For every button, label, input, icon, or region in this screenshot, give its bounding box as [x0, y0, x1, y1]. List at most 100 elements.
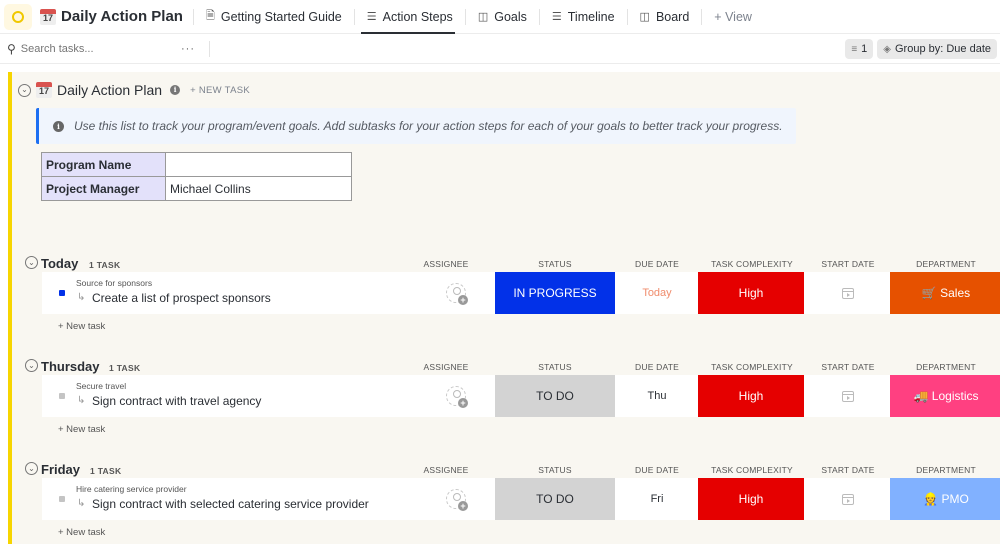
- board-icon: ◫: [639, 11, 650, 23]
- due-date-cell[interactable]: Today: [615, 272, 699, 314]
- tab-timeline[interactable]: ☰ Timeline: [550, 0, 617, 34]
- department-cell[interactable]: 👷 PMO: [890, 478, 1000, 520]
- more-options-button[interactable]: ···: [181, 43, 195, 55]
- search-icon: ⚲: [7, 42, 16, 56]
- column-header-due-date[interactable]: DUE DATE: [615, 259, 699, 269]
- parent-task[interactable]: Source for sponsors: [76, 278, 152, 288]
- calendar-icon: [842, 493, 854, 505]
- table-row: Project Manager Michael Collins: [41, 176, 352, 201]
- column-header-due-date[interactable]: DUE DATE: [615, 465, 699, 475]
- new-task-button[interactable]: + New task: [58, 321, 105, 332]
- timeline-icon: ☰: [551, 11, 562, 23]
- tab-label: Getting Started Guide: [220, 9, 342, 24]
- divider: [464, 8, 466, 25]
- add-assignee-icon: [446, 283, 468, 305]
- start-date-cell[interactable]: [806, 478, 890, 520]
- task-row[interactable]: Secure travel ↳ Sign contract with trave…: [42, 375, 1000, 417]
- complexity-cell[interactable]: High: [698, 272, 804, 314]
- column-header-complexity[interactable]: TASK COMPLEXITY: [698, 259, 806, 269]
- new-task-button[interactable]: + NEW TASK: [190, 85, 250, 96]
- column-header-status[interactable]: STATUS: [495, 362, 615, 372]
- tab-board[interactable]: ◫ Board: [638, 0, 692, 34]
- divider: [353, 8, 355, 25]
- department-cell[interactable]: 🚚 Logistics: [890, 375, 1000, 417]
- collapse-icon[interactable]: ⌄: [25, 462, 38, 475]
- list-name: Daily Action Plan: [57, 82, 163, 98]
- calendar-icon: [842, 287, 854, 299]
- column-header-assignee[interactable]: ASSIGNEE: [416, 362, 476, 372]
- filter-button[interactable]: ≡ 1: [845, 39, 874, 59]
- group-title: Today: [41, 256, 79, 271]
- divider: [626, 8, 628, 25]
- assignee-cell[interactable]: [416, 272, 496, 314]
- new-task-button[interactable]: + New task: [58, 527, 105, 538]
- collapse-icon[interactable]: ⌄: [18, 83, 31, 97]
- calendar-emoji-icon: 17: [40, 8, 56, 25]
- status-square[interactable]: [59, 496, 65, 502]
- divider: [701, 8, 703, 25]
- info-icon: i: [53, 120, 64, 132]
- department-cell[interactable]: 🛒 Sales: [890, 272, 1000, 314]
- doc-icon: 🗎: [205, 10, 215, 22]
- group-by-button[interactable]: ◈ Group by: Due date: [877, 39, 997, 59]
- task-name[interactable]: Sign contract with selected catering ser…: [92, 497, 369, 511]
- parent-task[interactable]: Secure travel: [76, 381, 126, 391]
- column-header-start-date[interactable]: START DATE: [806, 362, 890, 372]
- list-title[interactable]: Daily Action Plan: [61, 8, 183, 25]
- divider: [538, 8, 540, 25]
- column-header-complexity[interactable]: TASK COMPLEXITY: [698, 465, 806, 475]
- subtask-icon: ↳: [77, 498, 86, 509]
- subtask-icon: ↳: [77, 292, 86, 303]
- add-view-button[interactable]: + View: [712, 0, 754, 34]
- column-header-department[interactable]: DEPARTMENT: [890, 465, 1000, 475]
- status-cell[interactable]: IN PROGRESS: [495, 272, 615, 314]
- task-name[interactable]: Sign contract with travel agency: [92, 394, 261, 408]
- info-icon[interactable]: i: [170, 85, 181, 95]
- filter-count: 1: [861, 43, 868, 55]
- task-name[interactable]: Create a list of prospect sponsors: [92, 291, 271, 305]
- filter-icon: ≡: [851, 43, 858, 55]
- new-task-button[interactable]: + New task: [58, 424, 105, 435]
- column-header-complexity[interactable]: TASK COMPLEXITY: [698, 362, 806, 372]
- task-row[interactable]: Hire catering service provider ↳ Sign co…: [42, 478, 1000, 520]
- column-header-assignee[interactable]: ASSIGNEE: [416, 465, 476, 475]
- search-box[interactable]: ⚲: [7, 42, 177, 56]
- table-row: Program Name: [41, 152, 352, 177]
- column-header-status[interactable]: STATUS: [495, 465, 615, 475]
- search-input[interactable]: [20, 43, 141, 55]
- tab-getting-started-guide[interactable]: 🗎 Getting Started Guide: [204, 0, 344, 34]
- due-date-cell[interactable]: Thu: [615, 375, 699, 417]
- divider: [192, 8, 194, 25]
- start-date-cell[interactable]: [806, 375, 890, 417]
- due-date-cell[interactable]: Fri: [615, 478, 699, 520]
- parent-task[interactable]: Hire catering service provider: [76, 484, 187, 494]
- start-date-cell[interactable]: [806, 272, 890, 314]
- assignee-cell[interactable]: [416, 478, 496, 520]
- tab-goals[interactable]: ◫ Goals: [476, 0, 529, 34]
- column-header-due-date[interactable]: DUE DATE: [615, 362, 699, 372]
- group-header: ⌄ Today 1 TASK ASSIGNEE STATUS DUE DATE …: [12, 254, 1000, 272]
- column-header-department[interactable]: DEPARTMENT: [890, 362, 1000, 372]
- column-header-start-date[interactable]: START DATE: [806, 465, 890, 475]
- column-header-assignee[interactable]: ASSIGNEE: [416, 259, 476, 269]
- assignee-cell[interactable]: [416, 375, 496, 417]
- tab-action-steps[interactable]: ☰ Action Steps: [360, 0, 455, 34]
- column-header-start-date[interactable]: START DATE: [806, 259, 890, 269]
- list-icon: ☰: [366, 11, 377, 23]
- column-header-status[interactable]: STATUS: [495, 259, 615, 269]
- collapse-icon[interactable]: ⌄: [25, 359, 38, 372]
- status-square[interactable]: [59, 393, 65, 399]
- collapse-icon[interactable]: ⌄: [25, 256, 38, 269]
- status-cell[interactable]: TO DO: [495, 478, 615, 520]
- status-cell[interactable]: TO DO: [495, 375, 615, 417]
- calendar-icon: [842, 390, 854, 402]
- status-square[interactable]: [59, 290, 65, 296]
- tab-label: Board: [655, 9, 690, 24]
- task-row[interactable]: Source for sponsors ↳ Create a list of p…: [42, 272, 1000, 314]
- column-header-department[interactable]: DEPARTMENT: [890, 259, 1000, 269]
- add-assignee-icon: [446, 386, 468, 408]
- space-icon[interactable]: [4, 3, 32, 30]
- complexity-cell[interactable]: High: [698, 478, 804, 520]
- table-key: Project Manager: [41, 176, 166, 201]
- complexity-cell[interactable]: High: [698, 375, 804, 417]
